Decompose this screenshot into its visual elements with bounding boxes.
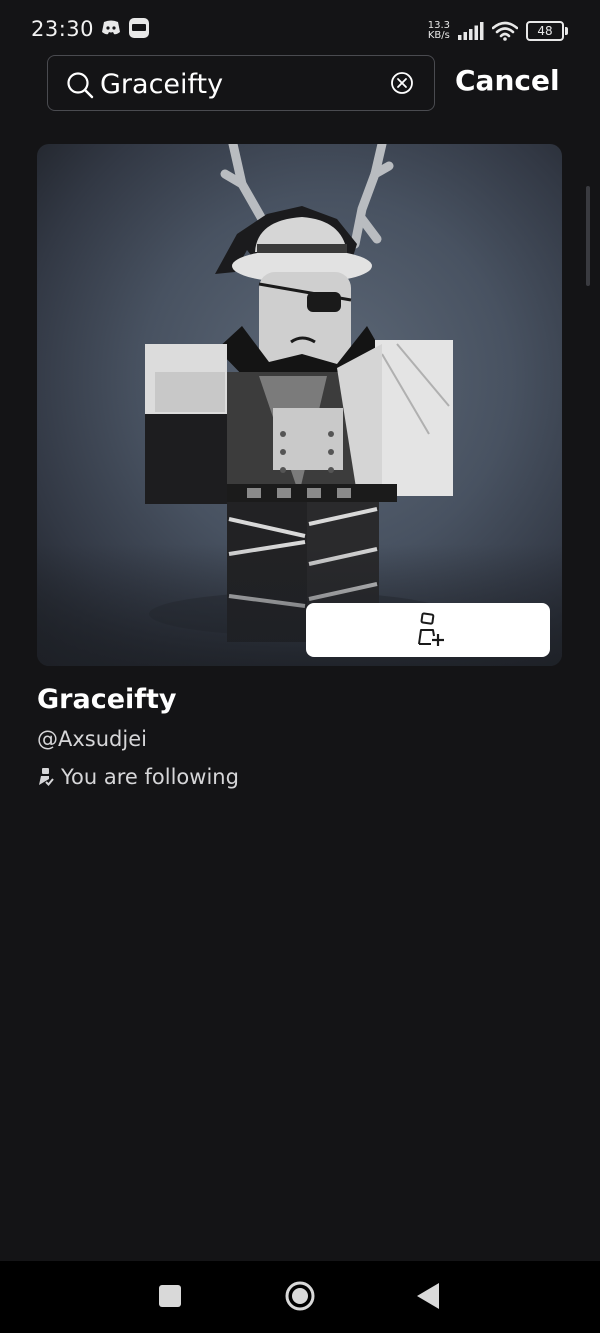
search-icon (67, 72, 94, 99)
status-time: 23:30 (31, 17, 95, 41)
add-friend-button[interactable] (306, 603, 550, 657)
add-friend-icon (418, 612, 444, 646)
username: @Axsudjei (37, 727, 147, 751)
cancel-button[interactable]: Cancel (455, 64, 560, 97)
home-icon[interactable] (284, 1280, 316, 1312)
avatar-card[interactable] (37, 144, 562, 666)
status-indicators: 13.3 KB/s 48 (427, 18, 568, 44)
following-icon (39, 768, 54, 786)
signal-icon (458, 22, 484, 40)
zalo-icon (129, 18, 149, 38)
clear-search-icon[interactable] (390, 71, 414, 95)
back-icon[interactable] (417, 1283, 439, 1309)
following-status: You are following (37, 765, 239, 789)
following-text: You are following (61, 765, 239, 789)
network-speed: 13.3 KB/s (427, 20, 450, 41)
status-bar: 23:30 13.3 KB/s 48 (0, 0, 600, 56)
scrollbar[interactable] (586, 186, 590, 286)
navigation-bar (0, 1261, 600, 1333)
discord-icon (102, 20, 120, 35)
display-name[interactable]: Graceifty (37, 684, 177, 715)
recents-icon[interactable] (159, 1285, 181, 1307)
battery-icon: 48 (526, 21, 568, 41)
search-input[interactable] (100, 66, 370, 102)
search-box[interactable] (47, 55, 435, 111)
avatar-image (37, 144, 562, 666)
wifi-icon (492, 21, 518, 41)
